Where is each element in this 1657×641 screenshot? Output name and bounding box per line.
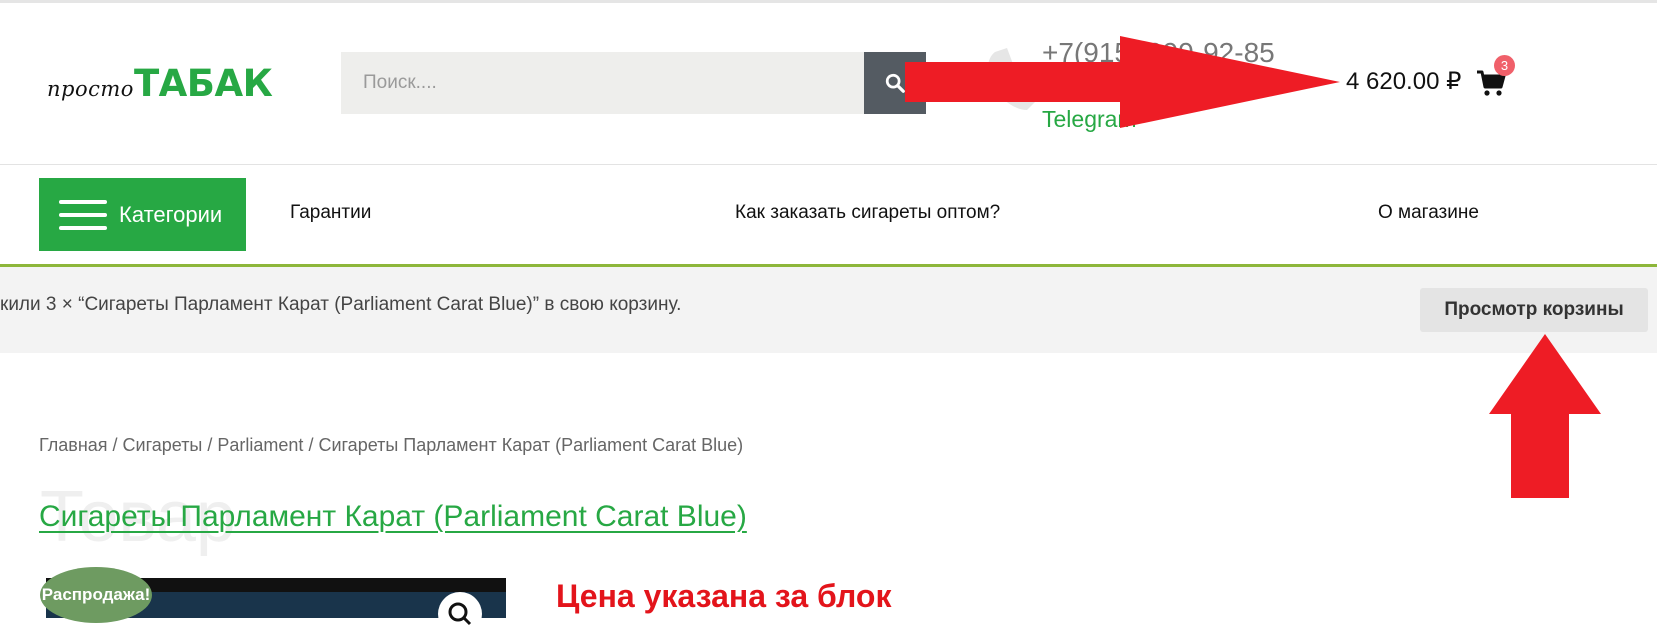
sale-badge: Распродажа! <box>40 567 152 623</box>
search-icon <box>885 73 905 93</box>
logo-big-text: ТАБАК <box>133 62 273 105</box>
search-input[interactable] <box>341 52 864 114</box>
breadcrumb-separator: / <box>107 435 123 455</box>
categories-label: Категории <box>119 201 223 227</box>
header-divider <box>0 164 1657 165</box>
breadcrumb-parliament[interactable]: Parliament <box>217 435 303 455</box>
breadcrumb: Главная / Сигареты / Parliament / Сигаре… <box>39 435 743 456</box>
view-cart-button[interactable]: Просмотр корзины <box>1420 288 1648 332</box>
cart-total[interactable]: 4 620.00 ₽ <box>1346 67 1461 96</box>
price-note: Цена указана за блок <box>556 578 892 614</box>
search-bar <box>341 52 926 114</box>
nav-item-about[interactable]: О магазине <box>1378 202 1479 224</box>
cart-notice-text: кили 3 × “Сигареты Парламент Карат (Parl… <box>0 294 682 315</box>
categories-button[interactable]: Категории <box>39 178 246 251</box>
cart-count-badge: 3 <box>1494 55 1515 76</box>
annotation-arrow-up <box>1489 334 1601 498</box>
nav-item-wholesale[interactable]: Как заказать сигареты оптом? <box>735 202 1000 224</box>
annotation-arrow-right <box>905 36 1340 128</box>
breadcrumb-home[interactable]: Главная <box>39 435 108 455</box>
breadcrumb-cigarettes[interactable]: Сигареты <box>123 435 203 455</box>
breadcrumb-separator: / <box>202 435 218 455</box>
nav-item-guarantees[interactable]: Гарантии <box>290 202 371 224</box>
hamburger-icon <box>59 199 107 230</box>
site-logo[interactable]: просто ТАБАК <box>47 62 273 106</box>
zoom-icon[interactable] <box>438 592 482 636</box>
top-border <box>0 0 1657 3</box>
logo-small-text: просто <box>47 77 134 101</box>
breadcrumb-separator: / <box>303 435 319 455</box>
breadcrumb-current: Сигареты Парламент Карат (Parliament Car… <box>318 435 744 455</box>
product-title[interactable]: Сигареты Парламент Карат (Parliament Car… <box>39 500 747 534</box>
